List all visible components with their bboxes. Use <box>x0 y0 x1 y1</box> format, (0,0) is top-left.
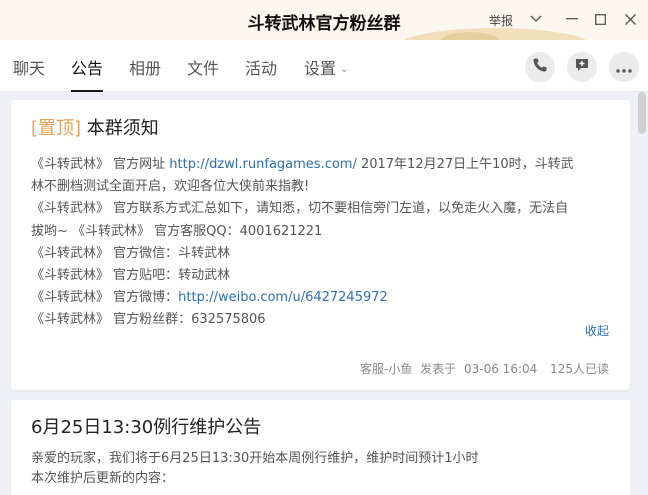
more-icon <box>616 58 632 77</box>
body-line: 《斗转武林》 官方微信：斗转武林 <box>31 243 621 265</box>
body-line: 本次维护后更新的内容： <box>31 471 175 486</box>
more-button[interactable] <box>609 52 639 82</box>
tab-announcements[interactable]: 公告 <box>71 40 104 92</box>
title-bar: 斗转武林官方粉丝群 举报 <box>0 0 648 40</box>
body-line: 《斗转武林》 官方网址 http://dzwl.runfagames.com/ … <box>31 154 621 176</box>
phone-icon <box>532 57 548 77</box>
body-text: 《斗转武林》 官方微博： <box>31 290 179 306</box>
body-line: 林不删档测试全面开启，欢迎各位大侠前来指教! <box>31 176 621 198</box>
body-text: 《斗转武林》 官方微信：斗转武林 <box>31 245 231 261</box>
author-name[interactable]: 客服-小鱼 <box>360 362 412 376</box>
collapse-link[interactable]: 收起 <box>585 322 609 339</box>
announcement-body: 《斗转武林》 官方网址 http://dzwl.runfagames.com/ … <box>31 154 621 332</box>
window-title: 斗转武林官方粉丝群 <box>247 14 401 34</box>
website-link[interactable]: http://dzwl.runfagames.com/ <box>169 157 357 172</box>
posted-label: 发表于 <box>420 362 457 376</box>
add-notice-button[interactable] <box>567 52 597 82</box>
tab-album[interactable]: 相册 <box>129 40 161 92</box>
body-text: 2017年12月27日上午10时，斗转武 <box>356 157 574 172</box>
body-line: 《斗转武林》 官方联系方式汇总如下，请知悉，切不要相信旁门左道，以免走火入魔，无… <box>31 198 621 220</box>
body-line: 亲爱的玩家，我们将于6月25日13:30开始本周例行维护，维护时间预计1小时 <box>31 451 479 466</box>
tab-settings[interactable]: 设置 ⌄ <box>304 40 348 92</box>
posted-date: 03-06 16:04 <box>464 362 538 376</box>
body-text: 《斗转武林》 官方粉丝群：632575806 <box>31 312 266 328</box>
report-button[interactable]: 举报 <box>489 12 513 29</box>
maximize-icon[interactable] <box>589 8 611 30</box>
tab-activities[interactable]: 活动 <box>245 40 277 92</box>
pinned-badge: [置顶] <box>31 118 82 139</box>
body-text: 林不删档测试全面开启，欢迎各位大侠前来指教! <box>31 179 310 195</box>
chevron-down-icon: ⌄ <box>340 64 349 75</box>
body-text: 《斗转武林》 官方贴吧：转动武林 <box>31 268 231 284</box>
read-count[interactable]: 125人已读 <box>550 362 609 376</box>
tab-files[interactable]: 文件 <box>187 40 219 92</box>
announcement-title-text: 本群须知 <box>86 118 159 139</box>
chevron-down-icon[interactable] <box>525 8 547 30</box>
body-line: 《斗转武林》 官方贴吧：转动武林 <box>31 265 621 287</box>
announcement-list: [置顶] 本群须知 《斗转武林》 官方网址 http://dzwl.runfag… <box>0 92 648 495</box>
close-icon[interactable] <box>619 8 641 30</box>
scrollbar-thumb[interactable] <box>638 92 646 134</box>
announcement-card[interactable]: 6月25日13:30例行维护公告 亲爱的玩家，我们将于6月25日13:30开始本… <box>11 400 630 495</box>
minimize-icon[interactable] <box>561 8 583 30</box>
body-line: 拔哟~ 《斗转武林》 官方客服QQ：4001621221 <box>31 221 621 243</box>
call-button[interactable] <box>525 52 555 82</box>
announcement-title: [置顶] 本群须知 <box>31 114 159 140</box>
announcement-title: 6月25日13:30例行维护公告 <box>31 417 262 438</box>
announcement-body: 亲爱的玩家，我们将于6月25日13:30开始本周例行维护，维护时间预计1小时 本… <box>31 449 621 489</box>
tab-chat[interactable]: 聊天 <box>13 40 45 92</box>
body-line: 《斗转武林》 官方微博：http://weibo.com/u/642724597… <box>31 287 621 309</box>
tab-bar: 聊天 公告 相册 文件 活动 设置 ⌄ <box>0 40 648 92</box>
announcement-meta: 客服-小鱼 发表于 03-06 16:04 125人已读 <box>354 360 609 377</box>
add-notice-icon <box>574 57 590 77</box>
body-text: 拔哟~ 《斗转武林》 官方客服QQ：4001621221 <box>31 223 323 239</box>
weibo-link[interactable]: http://weibo.com/u/6427245972 <box>178 290 388 305</box>
body-text: 《斗转武林》 官方联系方式汇总如下，请知悉，切不要相信旁门左道，以免走火入魔，无… <box>31 201 569 217</box>
tab-settings-label: 设置 <box>304 59 337 78</box>
announcement-card[interactable]: [置顶] 本群须知 《斗转武林》 官方网址 http://dzwl.runfag… <box>11 100 630 390</box>
body-line: 《斗转武林》 官方粉丝群：632575806 <box>31 309 621 331</box>
body-text: 《斗转武林》 官方网址 <box>31 157 170 172</box>
